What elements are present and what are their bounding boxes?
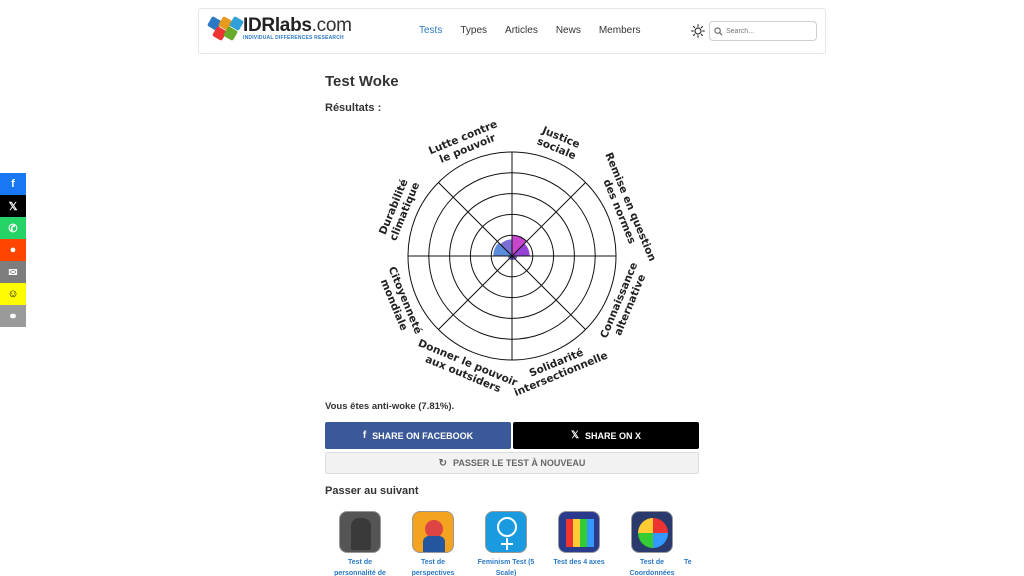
next-test-name[interactable]: Test de personnalité de bbox=[325, 557, 395, 576]
next-tests-heading: Passer au suivant bbox=[325, 485, 419, 497]
next-test-card[interactable]: Test des 4 axes bbox=[544, 511, 614, 568]
grid-icon bbox=[558, 511, 600, 553]
refresh-icon: ↻ bbox=[438, 457, 448, 469]
next-test-card[interactable]: Feminism Test (5 Scale) bbox=[471, 511, 541, 576]
main-nav: Tests Types Articles News Members bbox=[419, 25, 641, 36]
facebook-icon: f bbox=[362, 430, 367, 441]
page-title: Test Woke bbox=[325, 73, 399, 90]
nav-articles[interactable]: Articles bbox=[505, 25, 538, 36]
logo-wordmark: IDRlabs.com bbox=[243, 15, 352, 36]
share-reddit-icon[interactable]: ● bbox=[0, 239, 26, 261]
soldier-icon bbox=[339, 511, 381, 553]
result-verdict: Vous êtes anti-woke (7.81%). bbox=[325, 401, 455, 412]
share-facebook-button[interactable]: f SHARE ON FACEBOOK bbox=[325, 422, 511, 449]
chart-spoke-3 bbox=[511, 255, 586, 330]
site-logo[interactable]: IDRlabs.com INDIVIDUAL DIFFERENCES RESEA… bbox=[206, 15, 352, 44]
next-test-card[interactable]: Test de Coordonnées bbox=[617, 511, 687, 576]
next-test-name[interactable]: Test de perspectives bbox=[398, 557, 468, 576]
social-share-bar: f 𝕏 ✆ ● ✉ ☺ ⚭ bbox=[0, 173, 26, 327]
chart-spoke-7 bbox=[438, 182, 513, 257]
chart-spoke-5 bbox=[438, 255, 513, 330]
logo-hexagons-icon bbox=[206, 15, 245, 44]
radar-chart: JusticesocialeRemise en questiondes norm… bbox=[377, 118, 657, 396]
chart-axis-label: Remise en question bbox=[602, 151, 657, 263]
share-facebook-icon[interactable]: f bbox=[0, 173, 26, 195]
search-input[interactable] bbox=[726, 27, 814, 35]
nav-members[interactable]: Members bbox=[599, 25, 641, 36]
theme-toggle-sun-icon[interactable] bbox=[691, 24, 705, 38]
venus-icon bbox=[485, 511, 527, 553]
share-email-icon[interactable]: ✉ bbox=[0, 261, 26, 283]
share-copy-link-icon[interactable]: ⚭ bbox=[0, 305, 26, 327]
next-test-name[interactable]: Te bbox=[684, 557, 699, 568]
next-test-name[interactable]: Feminism Test (5 Scale) bbox=[471, 557, 541, 576]
nav-types[interactable]: Types bbox=[460, 25, 487, 36]
search-box[interactable] bbox=[709, 21, 817, 41]
nav-news[interactable]: News bbox=[556, 25, 581, 36]
next-test-name[interactable]: Test de Coordonnées bbox=[617, 557, 687, 576]
nav-tests[interactable]: Tests bbox=[419, 25, 442, 36]
target-icon bbox=[631, 511, 673, 553]
next-tests-list: Test de personnalité de Test de perspective… bbox=[325, 511, 699, 576]
retake-test-button[interactable]: ↻ PASSER LE TEST À NOUVEAU bbox=[325, 452, 699, 474]
next-test-card[interactable]: Te bbox=[684, 511, 699, 568]
riveter-icon bbox=[412, 511, 454, 553]
share-whatsapp-icon[interactable]: ✆ bbox=[0, 217, 26, 239]
next-test-name[interactable]: Test des 4 axes bbox=[544, 557, 614, 568]
share-x-icon[interactable]: 𝕏 bbox=[0, 195, 26, 217]
chart-spoke-1 bbox=[511, 182, 586, 257]
site-header: IDRlabs.com INDIVIDUAL DIFFERENCES RESEA… bbox=[198, 8, 826, 54]
share-x-button[interactable]: 𝕏 SHARE ON X bbox=[513, 422, 699, 449]
search-icon bbox=[714, 26, 723, 36]
next-test-card[interactable]: Test de personnalité de bbox=[325, 511, 395, 576]
next-test-card[interactable]: Test de perspectives bbox=[398, 511, 468, 576]
results-label: Résultats : bbox=[325, 102, 382, 114]
x-icon: 𝕏 bbox=[570, 430, 580, 441]
share-snapchat-icon[interactable]: ☺ bbox=[0, 283, 26, 305]
logo-tagline: INDIVIDUAL DIFFERENCES RESEARCH bbox=[243, 35, 344, 41]
